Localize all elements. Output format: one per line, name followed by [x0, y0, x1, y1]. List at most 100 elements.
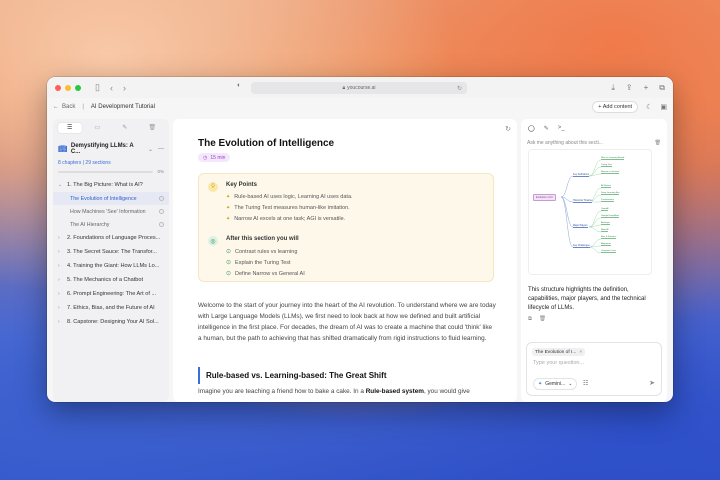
section-label: How Machines 'See' Information	[70, 208, 146, 215]
nav-forward-icon[interactable]: ›	[123, 83, 126, 93]
reload-icon[interactable]: ↻	[457, 85, 462, 92]
trash-icon[interactable]: 🗑︎	[655, 140, 661, 146]
key-point: ✦ Rule-based AI uses logic, Learning AI u…	[226, 193, 353, 200]
chevron-icon: ›	[58, 291, 60, 297]
download-icon[interactable]: ⤓	[611, 83, 615, 93]
mind-map-leaf[interactable]: Bias & Fairness	[601, 236, 617, 239]
terminal-tab-icon[interactable]: >_	[558, 125, 565, 132]
star-icon: ✦	[226, 204, 231, 211]
course-meta: 8 chapters | 29 sections	[58, 160, 111, 166]
goal-item: ⊙ Contrast rules vs learning	[226, 248, 298, 256]
chevron-icon: ›	[58, 305, 60, 311]
browser-toolbar: ▯ ‹ › ◐ 🔒︎ youcourse.ai ↻ ⤓ ⇪ + ⧉	[47, 77, 673, 98]
tab-tools[interactable]: ✎	[113, 123, 137, 133]
tab-trash[interactable]: 🗑︎	[141, 123, 165, 133]
duration-text: 15 min	[210, 154, 226, 161]
chapter-item[interactable]: › 8. Capstone: Designing Your AI Sol...	[53, 315, 169, 329]
check-circle-icon: ⊙	[226, 260, 232, 266]
ask-prompt: Ask me anything about this secti... 🗑︎	[521, 138, 667, 148]
close-icon[interactable]: ×	[579, 350, 582, 355]
sidebar-toggle-icon[interactable]: ▯	[95, 82, 100, 93]
chapter-item[interactable]: ⌄ 1. The Big Picture: What is AI?	[53, 178, 169, 192]
mind-map-leaf[interactable]: Turing Test	[601, 164, 612, 167]
section-item[interactable]: The Evolution of Intelligence	[53, 192, 169, 205]
course-progress: 0%	[53, 166, 169, 174]
lock-icon: 🔒︎	[342, 85, 346, 91]
minimize-window-button[interactable]	[65, 84, 71, 91]
mind-map-leaf[interactable]: Google DeepMind	[601, 215, 619, 218]
mind-map-leaf[interactable]: Narrow vs General	[601, 171, 620, 174]
mind-map-branch[interactable]: Historical Timeline	[573, 199, 593, 203]
more-icon[interactable]: —	[158, 146, 164, 153]
mind-map-branch[interactable]: Major Players	[573, 224, 588, 228]
bold-term: Rule-based system	[365, 388, 424, 395]
mind-map-connectors	[560, 159, 602, 254]
chapter-label: 7. Ethics, Bias, and the Future of AI	[67, 305, 155, 311]
assistant-panel: ◯ ✎ >_ Ask me anything about this secti.…	[521, 119, 667, 402]
progress-track	[58, 170, 154, 173]
add-content-button[interactable]: + Add content	[592, 101, 639, 113]
tabs-overview-icon[interactable]: ⧉	[659, 83, 665, 93]
mind-map-leaf[interactable]: Compute Costs	[601, 250, 617, 253]
chevron-down-icon[interactable]: ⌄	[148, 146, 153, 153]
share-icon[interactable]: ⇪	[626, 83, 633, 93]
chapter-label: 3. The Secret Sauce: The Transfor...	[67, 249, 157, 255]
new-tab-icon[interactable]: +	[644, 83, 649, 93]
chapter-label: 8. Capstone: Designing Your AI Sol...	[67, 319, 159, 325]
mind-map-leaf[interactable]: Meta AI	[601, 229, 609, 232]
refresh-icon[interactable]: ↻	[505, 125, 511, 133]
nav-back-icon[interactable]: ‹	[110, 83, 113, 93]
chapter-item[interactable]: › 5. The Mechanics of a Chatbot	[53, 273, 169, 287]
chevron-down-icon: ⌄	[568, 381, 573, 387]
mind-map-leaf[interactable]: Deep Learning Era	[601, 192, 620, 195]
goals-title: After this section you will	[226, 236, 299, 242]
section-item[interactable]: The AI Hierarchy	[53, 218, 169, 231]
message-actions: ⧉ 🗑︎	[528, 316, 546, 323]
mind-map-leaf[interactable]: AI Winters	[601, 185, 612, 188]
chapter-item[interactable]: › 2. Foundations of Language Proces...	[53, 231, 169, 245]
model-selector[interactable]: ✦ Gemini... ⌄	[533, 378, 578, 390]
key-points-card: 💡︎ Key Points ✦ Rule-based AI uses logic,…	[198, 173, 494, 282]
send-icon[interactable]: ➤	[649, 379, 655, 387]
chat-tab-icon[interactable]: ◯	[528, 125, 535, 132]
arrow-left-icon: ←	[53, 104, 59, 110]
layout-icon[interactable]: ▣	[660, 103, 667, 111]
mind-map-branch[interactable]: Key Definitions	[573, 173, 589, 177]
mind-map-leaf[interactable]: Rule vs Learning Based	[601, 157, 625, 160]
section-label: The Evolution of Intelligence	[70, 195, 137, 202]
chapter-item[interactable]: › 6. Prompt Engineering: The Art of ...	[53, 287, 169, 301]
section-item[interactable]: How Machines 'See' Information	[53, 205, 169, 218]
mind-map-leaf[interactable]: Anthropic	[601, 222, 611, 225]
duration-badge: ◷ 15 min	[198, 153, 231, 162]
target-icon: ◎	[208, 236, 218, 246]
zoom-window-button[interactable]	[75, 84, 81, 91]
copy-icon[interactable]: ⧉	[528, 316, 532, 323]
wrench-icon: ✎	[122, 125, 128, 131]
clock-icon: ◷	[203, 154, 208, 161]
chevron-icon: ›	[58, 319, 60, 325]
options-icon[interactable]: ☷	[583, 380, 588, 387]
address-bar[interactable]: 🔒︎ youcourse.ai ↻	[251, 82, 467, 94]
chapter-item[interactable]: › 4. Training the Giant: How LLMs Lo...	[53, 259, 169, 273]
mind-map-leaf[interactable]: OpenAI	[601, 208, 609, 211]
shield-icon[interactable]: ◐	[237, 82, 241, 89]
mind-map[interactable]: Evolution of AI Key Definitions Historic…	[528, 149, 652, 275]
chapter-item[interactable]: › 3. The Secret Sauce: The Transfor...	[53, 245, 169, 259]
delete-icon[interactable]: 🗑︎	[539, 316, 546, 323]
theme-toggle-icon[interactable]: ☾	[646, 103, 652, 111]
question-input[interactable]: Type your question...	[533, 360, 584, 366]
tab-files[interactable]: ▭	[86, 123, 110, 133]
context-chip[interactable]: The Evolution of I... ×	[532, 348, 586, 356]
tab-outline[interactable]: ☰	[58, 123, 82, 133]
mind-map-leaf[interactable]: Transformers	[601, 199, 614, 202]
mind-map-leaf[interactable]: Alignment	[601, 243, 611, 246]
close-window-button[interactable]	[55, 84, 61, 91]
attachment-tab-icon[interactable]: ✎	[544, 125, 549, 132]
back-button[interactable]: ← Back	[53, 104, 75, 110]
course-header[interactable]: 📖︎ Demystifying LLMs: A C... ⌄ —	[53, 137, 169, 155]
goal-item: ⊙ Define Narrow vs General AI	[226, 270, 305, 278]
mind-map-root[interactable]: Evolution of AI	[533, 194, 556, 201]
mind-map-branch[interactable]: Key Challenges	[573, 244, 590, 248]
section-label: The AI Hierarchy	[70, 221, 110, 228]
chapter-item[interactable]: › 7. Ethics, Bias, and the Future of AI	[53, 301, 169, 315]
